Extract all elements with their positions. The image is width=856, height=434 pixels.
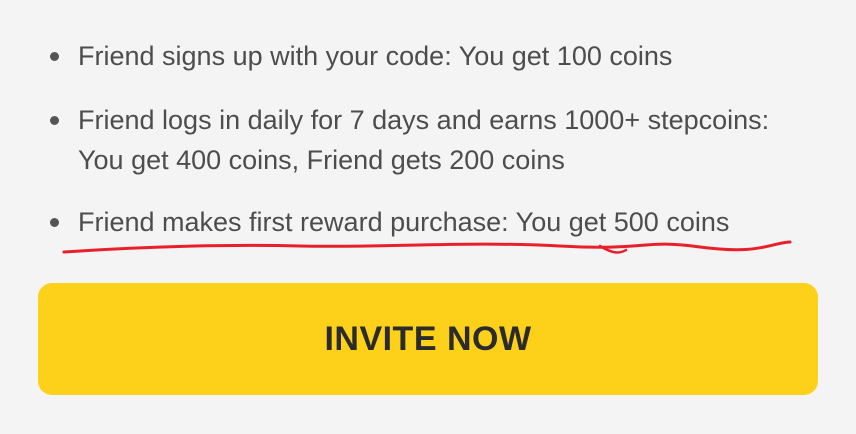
bullet-icon xyxy=(50,116,59,125)
reward-text: Friend logs in daily for 7 days and earn… xyxy=(78,105,770,175)
invite-now-button[interactable]: INVITE NOW xyxy=(38,283,818,395)
reward-text: Friend signs up with your code: You get … xyxy=(78,41,673,71)
reward-text: Friend makes first reward purchase: You … xyxy=(78,207,730,237)
list-item: Friend signs up with your code: You get … xyxy=(50,36,820,76)
bullet-icon xyxy=(50,218,59,227)
list-item: Friend logs in daily for 7 days and earn… xyxy=(50,100,820,180)
bullet-icon xyxy=(50,52,59,61)
list-item: Friend makes first reward purchase: You … xyxy=(50,202,820,242)
